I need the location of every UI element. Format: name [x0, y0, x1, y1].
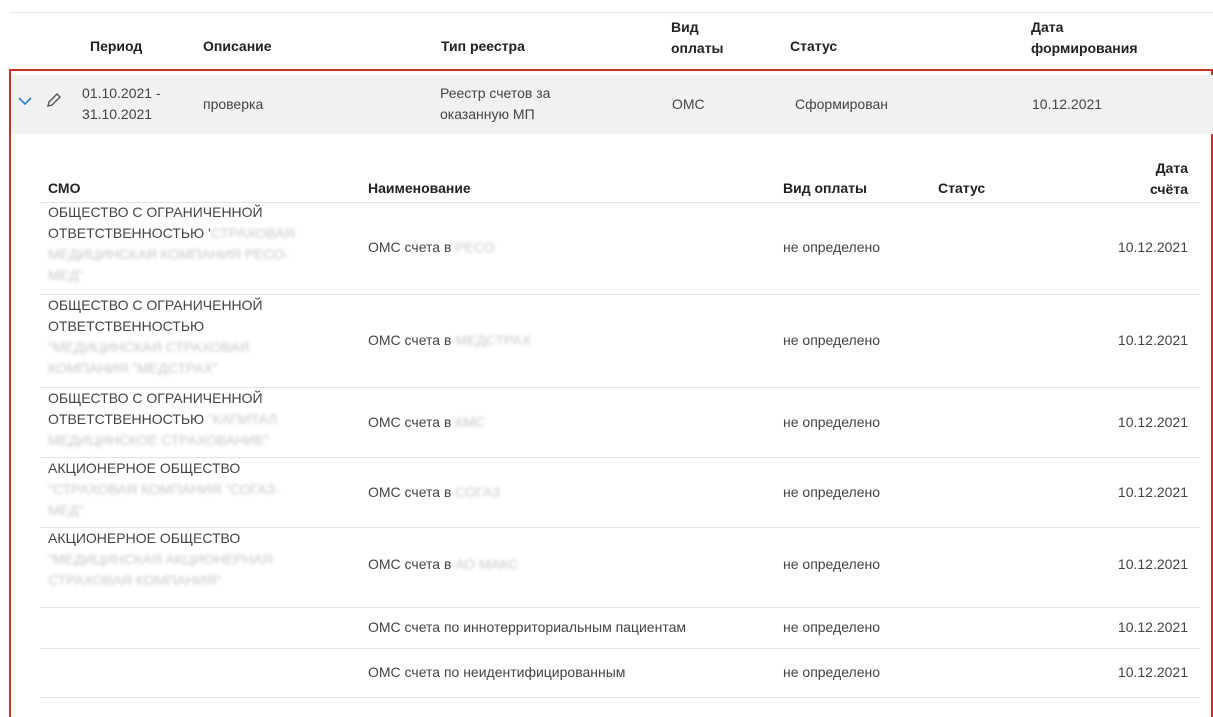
column-payment-line1: Вид	[671, 19, 699, 35]
smo-line-blurred: МЕДИЦИНСКАЯ КОМПАНИЯ РЕСО-	[48, 246, 289, 262]
details-col-date[interactable]: Дата счёта	[1150, 158, 1188, 200]
row-payment-type: не определено	[783, 556, 881, 572]
smo-line-blurred: "МЕДИЦИНСКАЯ АКЦИОНЕРНАЯ	[48, 551, 273, 567]
name-text: ОМС счета в	[368, 332, 456, 348]
name-text: ОМС счета в	[368, 239, 456, 255]
smo-line-blurred: СТРАХОВАЯ	[210, 225, 295, 241]
name-blurred: РЕСО	[455, 239, 495, 255]
column-formation-date[interactable]: Дата формирования	[1031, 17, 1138, 59]
smo-line: ОТВЕТСТВЕННОСТЬЮ '	[48, 225, 211, 241]
chevron-down-icon[interactable]	[17, 93, 33, 109]
row-date: 10.12.2021	[1032, 96, 1103, 112]
row-invoice-date: 10.12.2021	[1117, 556, 1188, 572]
row-invoice-date: 10.12.2021	[1117, 664, 1188, 680]
name-blurred: КМС	[455, 414, 486, 430]
row-payment-type: не определено	[783, 619, 881, 635]
row-invoice-date: 10.12.2021	[1117, 239, 1188, 255]
row-name: ОМС счета по иннотерриториальным пациент…	[368, 619, 686, 635]
row-period: 01.10.2021 - 31.10.2021	[82, 83, 161, 125]
details-col-status[interactable]: Статус	[938, 178, 985, 199]
column-payment-type[interactable]: Вид оплаты	[671, 17, 724, 59]
details-table-header: СМО Наименование Вид оплаты Статус Дата …	[40, 152, 1200, 203]
row-name: ОМС счета в АО МАКС	[368, 554, 518, 575]
details-row[interactable]: АКЦИОНЕРНОЕ ОБЩЕСТВО "МЕДИЦИНСКАЯ АКЦИОН…	[40, 528, 1200, 608]
smo-line: ОБЩЕСТВО С ОГРАНИЧЕННОЙ	[48, 390, 263, 406]
smo-line-blurred: КОМПАНИЯ "МЕДСТРАХ"	[48, 360, 218, 376]
registry-table-header: Период Описание Тип реестра Вид оплаты С…	[0, 14, 1213, 66]
name-blurred: МЕДСТРАХ	[455, 332, 532, 348]
row-name: ОМС счета в СОГАЗ	[368, 482, 500, 503]
smo-line: ОТВЕТСТВЕННОСТЬЮ	[48, 411, 205, 427]
row-period-end: 31.10.2021	[82, 106, 153, 122]
name-blurred: СОГАЗ	[455, 484, 501, 500]
row-smo: ОБЩЕСТВО С ОГРАНИЧЕННОЙ ОТВЕТСТВЕННОСТЬЮ…	[48, 388, 348, 451]
row-payment-type: не определено	[783, 484, 881, 500]
details-col-date-line1: Дата	[1155, 160, 1188, 176]
row-payment: ОМС	[672, 96, 705, 112]
row-name: ОМС счета в КМС	[368, 412, 485, 433]
details-row[interactable]: ОБЩЕСТВО С ОГРАНИЧЕННОЙ ОТВЕТСТВЕННОСТЬЮ…	[40, 295, 1200, 388]
row-payment-type: не определено	[783, 332, 881, 348]
row-payment-type: не определено	[783, 664, 881, 680]
smo-line-blurred: СТРАХОВАЯ КОМПАНИЯ"	[48, 572, 222, 588]
column-type[interactable]: Тип реестра	[441, 36, 525, 57]
smo-line-blurred: МЕД"	[48, 502, 84, 518]
row-period-start: 01.10.2021 -	[82, 85, 161, 101]
details-col-payment[interactable]: Вид оплаты	[783, 178, 867, 199]
smo-line-blurred: "КАПИТАЛ	[208, 411, 278, 427]
registry-row[interactable]: 01.10.2021 - 31.10.2021 проверка Реестр …	[11, 75, 1213, 134]
row-invoice-date: 10.12.2021	[1117, 619, 1188, 635]
row-smo: ОБЩЕСТВО С ОГРАНИЧЕННОЙ ОТВЕТСТВЕННОСТЬЮ…	[48, 202, 348, 286]
details-row[interactable]: ОБЩЕСТВО С ОГРАНИЧЕННОЙ ОТВЕТСТВЕННОСТЬЮ…	[40, 388, 1200, 458]
details-col-smo[interactable]: СМО	[48, 178, 80, 199]
row-smo: ОБЩЕСТВО С ОГРАНИЧЕННОЙ ОТВЕТСТВЕННОСТЬЮ…	[48, 295, 348, 379]
smo-line: ОБЩЕСТВО С ОГРАНИЧЕННОЙ	[48, 204, 263, 220]
row-name: ОМС счета в МЕДСТРАХ	[368, 330, 531, 351]
smo-line-blurred: "МЕДИЦИНСКАЯ СТРАХОВАЯ	[48, 339, 250, 355]
smo-line: АКЦИОНЕРНОЕ ОБЩЕСТВО	[48, 460, 241, 476]
column-period[interactable]: Период	[90, 36, 142, 57]
smo-line: ОБЩЕСТВО С ОГРАНИЧЕННОЙ	[48, 297, 263, 313]
smo-line-blurred: МЕД"	[48, 267, 84, 283]
details-col-name[interactable]: Наименование	[368, 178, 471, 199]
row-name: ОМС счета в РЕСО	[368, 237, 495, 258]
smo-line-blurred: "СТРАХОВАЯ КОМПАНИЯ "СОГАЗ-	[48, 481, 280, 497]
details-row[interactable]: ОМС счета по иннотерриториальным пациент…	[40, 608, 1200, 649]
row-type: Реестр счетов за оказанную МП	[440, 83, 550, 125]
top-divider	[10, 12, 1213, 13]
row-status: Сформирован	[795, 96, 889, 112]
name-text: ОМС счета в	[368, 484, 456, 500]
row-smo: АКЦИОНЕРНОЕ ОБЩЕСТВО "СТРАХОВАЯ КОМПАНИЯ…	[48, 458, 348, 521]
smo-line: ОТВЕТСТВЕННОСТЬЮ	[48, 318, 205, 334]
row-payment-type: не определено	[783, 239, 881, 255]
row-invoice-date: 10.12.2021	[1117, 484, 1188, 500]
column-date-line2: формирования	[1031, 40, 1138, 56]
column-payment-line2: оплаты	[671, 40, 724, 56]
smo-line-blurred: МЕДИЦИНСКОЕ СТРАХОВАНИЕ"	[48, 432, 270, 448]
smo-line: АКЦИОНЕРНОЕ ОБЩЕСТВО	[48, 530, 241, 546]
details-row[interactable]: ОБЩЕСТВО С ОГРАНИЧЕННОЙ ОТВЕТСТВЕННОСТЬЮ…	[40, 202, 1200, 295]
details-row[interactable]: ОМС счета по неидентифицированным не опр…	[40, 649, 1200, 698]
row-invoice-date: 10.12.2021	[1117, 332, 1188, 348]
row-type-line2: оказанную МП	[440, 106, 535, 122]
row-name: ОМС счета по неидентифицированным	[368, 664, 626, 680]
name-text: ОМС счета в	[368, 414, 456, 430]
pencil-icon[interactable]	[45, 91, 63, 109]
row-invoice-date: 10.12.2021	[1117, 414, 1188, 430]
row-smo: АКЦИОНЕРНОЕ ОБЩЕСТВО "МЕДИЦИНСКАЯ АКЦИОН…	[48, 528, 348, 591]
row-description: проверка	[203, 96, 264, 112]
column-description[interactable]: Описание	[203, 36, 272, 57]
details-col-date-line2: счёта	[1150, 181, 1188, 197]
column-date-line1: Дата	[1031, 19, 1064, 35]
name-blurred: АО МАКС	[455, 556, 519, 572]
details-row[interactable]: АКЦИОНЕРНОЕ ОБЩЕСТВО "СТРАХОВАЯ КОМПАНИЯ…	[40, 458, 1200, 528]
row-payment-type: не определено	[783, 414, 881, 430]
row-type-line1: Реестр счетов за	[440, 85, 551, 101]
name-text: ОМС счета в	[368, 556, 456, 572]
column-status[interactable]: Статус	[790, 36, 837, 57]
